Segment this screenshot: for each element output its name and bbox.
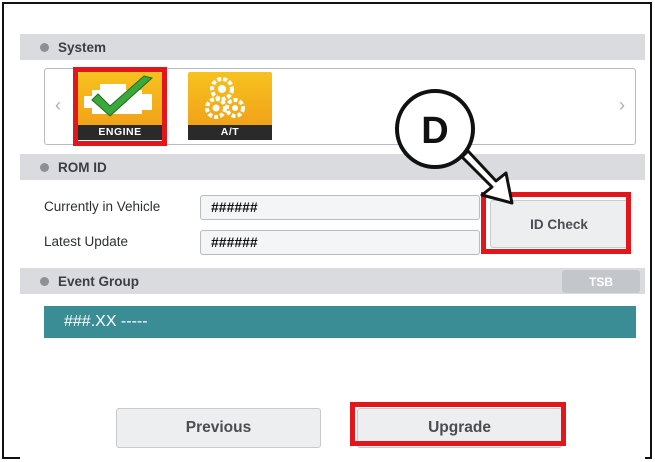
engine-highlight-box [73, 67, 167, 146]
rom-id-title: ROM ID [58, 159, 107, 175]
event-group-row[interactable]: ###.XX ----- [44, 306, 636, 338]
at-module-label: A/T [188, 125, 272, 140]
event-group-section-header: Event Group [20, 268, 645, 294]
system-section-header: System [20, 34, 645, 60]
tsb-button[interactable]: TSB [562, 270, 640, 293]
latest-rom-id-field: ###### [200, 230, 480, 255]
gears-icon [205, 77, 245, 119]
at-module-tile[interactable]: A/T [188, 72, 272, 140]
system-title: System [58, 39, 107, 55]
window-frame: System ‹ › ENGINE A/T ROM ID Currently i… [2, 2, 652, 459]
event-group-title: Event Group [58, 273, 140, 289]
latest-update-label: Latest Update [44, 234, 129, 249]
bullet-icon [40, 276, 49, 286]
callout-d-arrow: D [395, 89, 514, 205]
bullet-icon [40, 162, 49, 172]
previous-button[interactable]: Previous [116, 408, 321, 448]
current-in-vehicle-label: Currently in Vehicle [44, 199, 161, 214]
upgrade-highlight-box [350, 402, 566, 446]
chevron-right-icon[interactable]: › [619, 95, 625, 116]
callout-letter: D [421, 110, 448, 152]
chevron-left-icon[interactable]: ‹ [55, 95, 61, 116]
ecu-upgrade-panel: System ‹ › ENGINE A/T ROM ID Currently i… [20, 24, 645, 459]
bullet-icon [40, 42, 49, 52]
